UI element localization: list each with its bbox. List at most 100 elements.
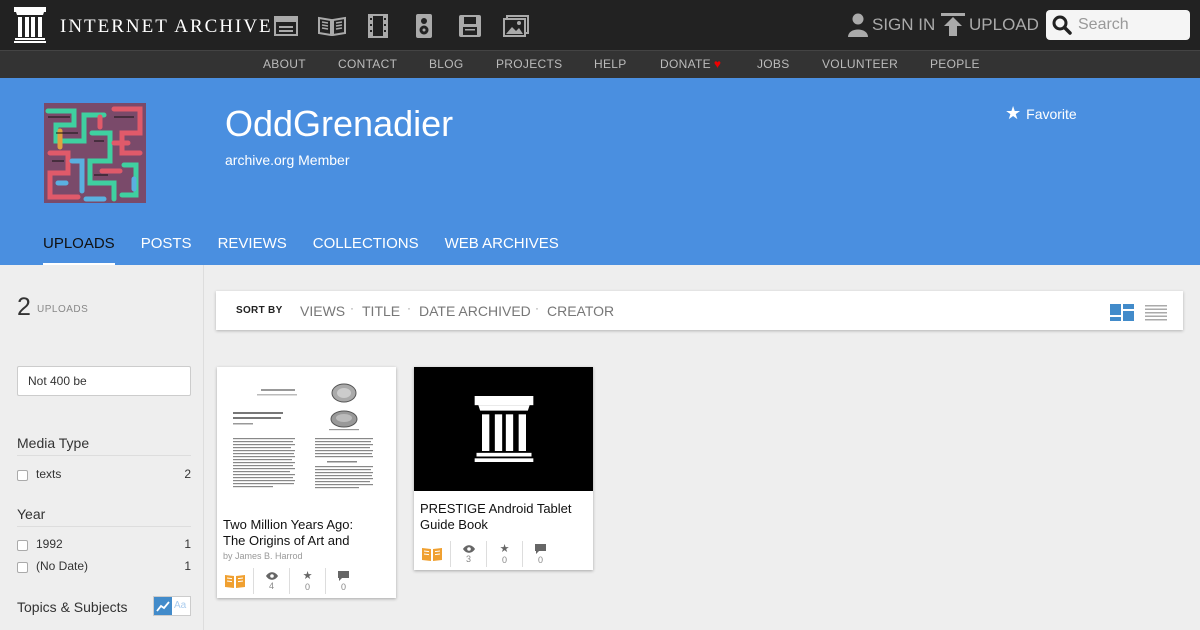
nav-volunteer[interactable]: VOLUNTEER <box>822 57 898 71</box>
texts-icon[interactable] <box>318 12 346 40</box>
results-count-label: UPLOADS <box>37 304 89 315</box>
sign-in-button[interactable]: SIGN IN <box>848 13 935 37</box>
stat-mediatype <box>217 568 253 594</box>
comment-icon <box>535 543 546 554</box>
filter-input[interactable] <box>17 366 191 396</box>
stat-views: 4 <box>253 568 289 594</box>
nav-people[interactable]: PEOPLE <box>930 57 980 71</box>
facet-row-texts[interactable]: texts 2 <box>17 467 191 481</box>
internet-archive-logo[interactable]: INTERNET ARCHIVE <box>14 7 273 43</box>
search-icon <box>1052 15 1072 35</box>
tile-view-icon[interactable] <box>1110 304 1134 321</box>
heart-icon: ♥ <box>713 57 722 71</box>
profile-tabs: UPLOADS POSTS REVIEWS COLLECTIONS WEB AR… <box>43 235 585 265</box>
tab-reviews[interactable]: REVIEWS <box>218 235 287 265</box>
facet-label: texts <box>36 467 62 481</box>
item-title-line: The Origins of Art and <box>223 533 350 548</box>
item-tile[interactable]: Two Million Years Ago: The Origins of Ar… <box>217 367 396 598</box>
facet-count: 1 <box>184 537 191 551</box>
text-view-toggle[interactable]: Aa <box>174 600 186 615</box>
sort-separator: · <box>350 301 354 315</box>
profile-username: OddGrenadier <box>225 103 454 144</box>
eye-icon <box>265 571 278 580</box>
archive-building-icon <box>14 7 46 43</box>
chart-icon[interactable] <box>154 597 172 615</box>
upload-button[interactable]: UPLOAD <box>941 13 1039 37</box>
facet-title-year: Year <box>17 506 191 527</box>
list-view-icon[interactable] <box>1145 305 1167 321</box>
sort-separator: · <box>407 301 411 315</box>
nav-jobs[interactable]: JOBS <box>757 57 790 71</box>
nav-donate[interactable]: DONATE ♥ <box>660 57 721 71</box>
item-stats: 4 ★ 0 0 <box>217 568 397 594</box>
tab-uploads[interactable]: UPLOADS <box>43 235 115 265</box>
nav-blog[interactable]: BLOG <box>429 57 464 71</box>
logo-text: INTERNET ARCHIVE <box>60 15 273 37</box>
search-box[interactable] <box>1046 10 1190 40</box>
search-input[interactable] <box>1078 16 1188 34</box>
sort-title[interactable]: TITLE <box>362 303 400 319</box>
nav-contact[interactable]: CONTACT <box>338 57 397 71</box>
sort-date-archived[interactable]: DATE ARCHIVED <box>419 303 531 319</box>
stat-reviews: 0 <box>522 541 558 567</box>
facet-checkbox[interactable] <box>17 561 28 573</box>
web-icon[interactable] <box>272 12 300 40</box>
facet-checkbox[interactable] <box>17 539 28 551</box>
profile-header: OddGrenadier archive.org Member ★ Favori… <box>0 78 1200 265</box>
nav-projects[interactable]: PROJECTS <box>496 57 562 71</box>
upload-label: UPLOAD <box>969 15 1039 34</box>
item-thumbnail[interactable] <box>414 367 593 491</box>
sort-separator: · <box>535 301 539 315</box>
nav-about[interactable]: ABOUT <box>263 57 306 71</box>
favorites-count: 0 <box>304 581 310 592</box>
facet-checkbox[interactable] <box>17 469 28 481</box>
sort-views[interactable]: VIEWS <box>300 303 345 319</box>
item-thumbnail[interactable] <box>217 367 396 510</box>
star-icon: ★ <box>1005 103 1022 123</box>
avatar <box>44 103 146 203</box>
views-count: 3 <box>465 553 471 564</box>
video-icon[interactable] <box>364 12 392 40</box>
stat-favorites: ★ 0 <box>289 568 325 594</box>
item-title-line: Two Million Years Ago: <box>223 517 354 532</box>
stat-favorites: ★ 0 <box>486 541 522 567</box>
item-creator: by James B. Harrod <box>223 551 303 561</box>
top-bar: INTERNET ARCHIVE SIGN IN UPLOAD <box>0 0 1200 50</box>
tab-web-archives[interactable]: WEB ARCHIVES <box>445 235 559 265</box>
audio-icon[interactable] <box>410 12 438 40</box>
reviews-count: 0 <box>537 554 543 565</box>
facet-row-no-date[interactable]: (No Date) 1 <box>17 559 191 573</box>
item-title-line: Guide Book <box>420 517 488 532</box>
favorite-button[interactable]: ★ Favorite <box>1005 103 1077 124</box>
facet-row-1992[interactable]: 1992 1 <box>17 537 191 551</box>
book-icon <box>225 575 245 588</box>
comment-icon <box>338 570 349 581</box>
views-count: 4 <box>268 580 274 591</box>
item-tile[interactable]: PRESTIGE Android Tablet Guide Book 3 ★ 0… <box>414 367 593 570</box>
facet-label: (No Date) <box>36 559 89 573</box>
item-stats: 3 ★ 0 0 <box>414 541 594 567</box>
stat-mediatype <box>414 541 450 567</box>
upload-icon <box>941 13 965 36</box>
item-title-line: PRESTIGE Android Tablet <box>420 501 572 516</box>
star-icon: ★ <box>302 569 313 582</box>
sort-by-label: SORT BY <box>236 305 283 316</box>
images-icon[interactable] <box>502 12 530 40</box>
stat-reviews: 0 <box>325 568 361 594</box>
item-title[interactable]: PRESTIGE Android Tablet Guide Book <box>420 501 572 533</box>
nav-bar: ABOUT CONTACT BLOG PROJECTS HELP DONATE ♥… <box>0 50 1200 78</box>
media-type-icons <box>272 12 548 40</box>
user-icon <box>848 13 868 37</box>
sort-bar: SORT BY VIEWS · TITLE · DATE ARCHIVED · … <box>216 291 1183 330</box>
sort-creator[interactable]: CREATOR <box>547 303 614 319</box>
book-icon <box>422 548 442 561</box>
tab-posts[interactable]: POSTS <box>141 235 192 265</box>
nav-donate-label: DONATE <box>660 57 711 71</box>
tab-collections[interactable]: COLLECTIONS <box>313 235 419 265</box>
software-icon[interactable] <box>456 12 484 40</box>
star-icon: ★ <box>499 542 510 555</box>
topic-view-toggle[interactable]: Aa <box>153 596 191 616</box>
facet-count: 1 <box>184 559 191 573</box>
item-title[interactable]: Two Million Years Ago: The Origins of Ar… <box>223 517 353 549</box>
nav-help[interactable]: HELP <box>594 57 627 71</box>
